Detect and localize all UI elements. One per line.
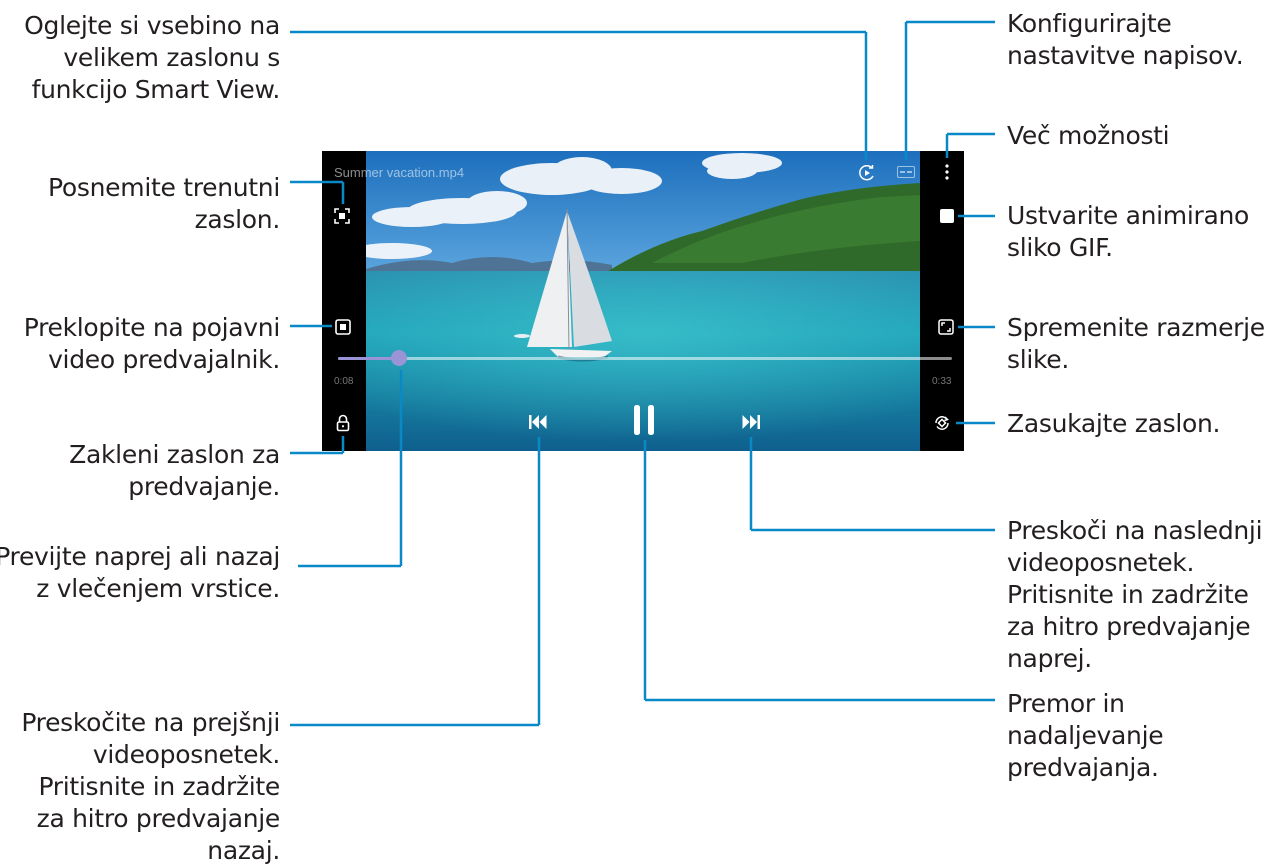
previous-icon[interactable] (527, 410, 549, 434)
callout-ratio: Spremenite razmerje slike. (1007, 313, 1265, 374)
callout-captions: Konfigurirajte nastavitve napisov. (1007, 9, 1244, 70)
callout-capture: Posnemite trenutni zaslon. (48, 173, 280, 234)
right-control-bar (920, 151, 964, 451)
callout-previous: Preskočite na prejšnji videoposnetek. Pr… (21, 708, 280, 865)
callout-popup: Preklopite na pojavni video predvajalnik… (23, 313, 281, 374)
elapsed-time: 0:08 (334, 376, 354, 387)
callout-more: Več možnosti (1007, 121, 1170, 150)
popup-player-icon[interactable] (334, 318, 352, 336)
smart-view-icon[interactable] (857, 163, 877, 183)
next-icon[interactable] (740, 410, 762, 434)
remaining-time: 0:33 (932, 376, 952, 387)
callout-seek: Previjte naprej ali nazaj z vlečenjem vr… (0, 542, 280, 603)
video-title: Summer vacation.mp4 (334, 165, 465, 180)
callout-smart-view: Oglejte si vsebino na velikem zaslonu s … (24, 11, 280, 104)
lock-icon[interactable] (334, 412, 352, 434)
callout-pause: Premor in nadaljevanje predvajanja. (1007, 689, 1164, 782)
aspect-ratio-icon[interactable] (936, 317, 956, 337)
rotate-icon[interactable] (930, 412, 954, 434)
seek-progress (338, 357, 400, 360)
capture-icon[interactable] (332, 206, 352, 226)
callout-next: Preskoči na naslednji videoposnetek. Pri… (1007, 516, 1263, 673)
gif-icon[interactable] (937, 207, 957, 225)
captions-icon[interactable] (896, 164, 916, 180)
more-options-icon[interactable] (937, 160, 957, 184)
seek-bar[interactable] (338, 350, 952, 366)
pause-icon[interactable] (628, 402, 660, 438)
callout-gif: Ustvarite animirano sliko GIF. (1007, 201, 1250, 262)
callout-lock: Zakleni zaslon za predvajanje. (69, 440, 280, 501)
callout-rotate: Zasukajte zaslon. (1007, 409, 1221, 438)
left-control-bar (322, 151, 366, 451)
